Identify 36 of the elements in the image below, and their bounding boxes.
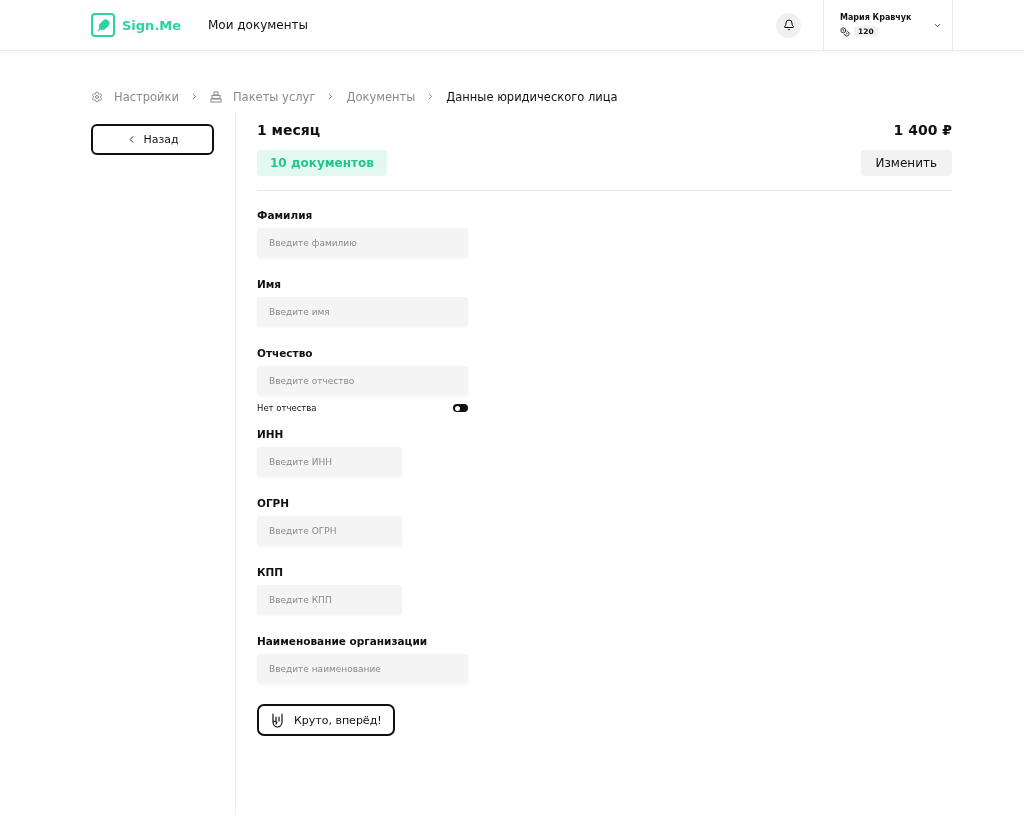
stack-icon xyxy=(209,90,222,103)
input-field[interactable]: Введите КПП xyxy=(257,585,402,614)
breadcrumb-link[interactable]: Документы xyxy=(346,89,416,104)
plan-title: 1 месяц xyxy=(257,122,321,138)
coins-icon xyxy=(840,26,850,37)
field-label: Отчество xyxy=(257,347,314,359)
input-field[interactable]: Введите наименование xyxy=(257,654,468,683)
user-name: Мария Кравчук xyxy=(840,13,913,22)
input-field[interactable]: Введите фамилию xyxy=(257,228,468,257)
submit-button[interactable]: Круто, вперёд! xyxy=(257,704,395,736)
toggle-label: Нет отчества xyxy=(257,403,317,413)
field-label: ИНН xyxy=(257,428,285,440)
back-button[interactable]: Назад xyxy=(91,124,214,155)
hand-icon xyxy=(271,712,284,728)
input-field[interactable]: Введите имя xyxy=(257,297,468,326)
bell-icon xyxy=(782,19,795,31)
breadcrumb-link[interactable]: Настройки xyxy=(114,89,179,104)
plan-price: 1 400 ₽ xyxy=(893,122,952,138)
notification-button[interactable] xyxy=(776,12,801,38)
input-field[interactable]: Введите отчество xyxy=(257,366,468,395)
settings-icon xyxy=(91,90,103,103)
input-field[interactable]: Введите ИНН xyxy=(257,447,402,476)
logo-text: Sign.Me xyxy=(122,17,182,33)
breadcrumb-link[interactable]: Данные юридического лица xyxy=(446,89,618,104)
breadcrumb-link[interactable]: Пакеты услуг xyxy=(232,89,316,104)
documents-badge: 10 документов xyxy=(257,150,387,176)
field-label: КПП xyxy=(257,566,285,578)
field-label: Фамилия xyxy=(257,209,314,221)
logo-icon xyxy=(91,13,115,37)
nav-link[interactable]: Мои документы xyxy=(208,18,309,32)
field-label: Имя xyxy=(257,278,283,290)
field-label: Наименование организации xyxy=(257,635,429,647)
input-field[interactable]: Введите ОГРН xyxy=(257,516,402,545)
change-button[interactable]: Изменить xyxy=(860,150,952,176)
toggle-switch[interactable] xyxy=(453,404,468,412)
field-label: ОГРН xyxy=(257,497,291,509)
